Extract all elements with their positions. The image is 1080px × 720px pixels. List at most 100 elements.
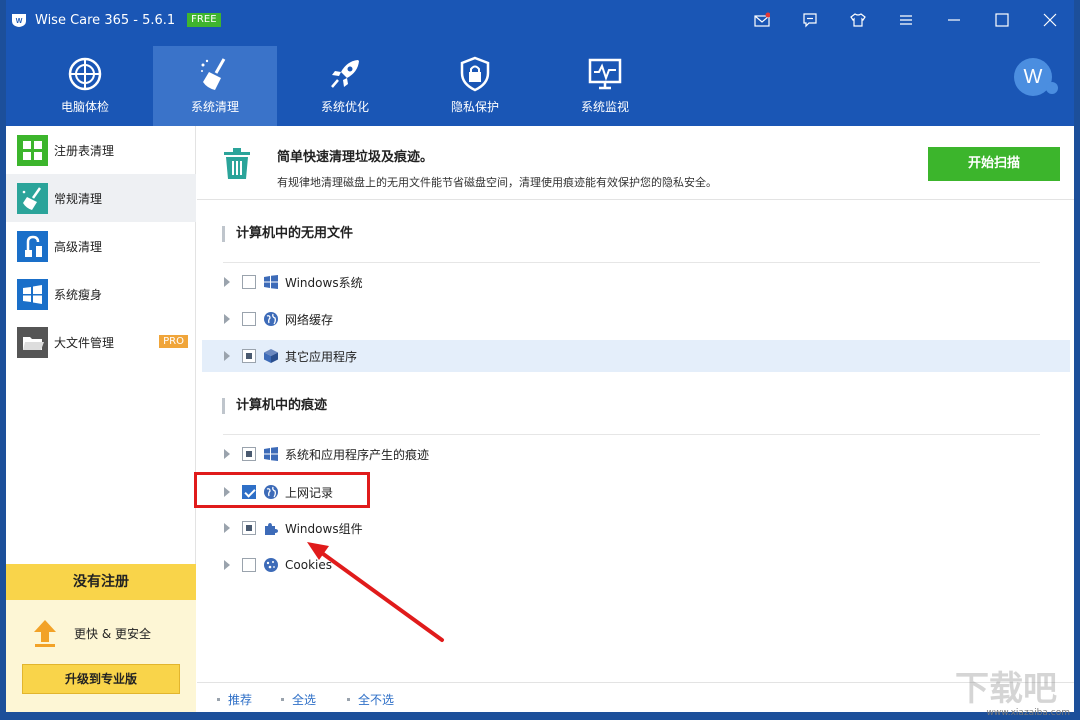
app-title: Wise Care 365 - 5.6.1 xyxy=(35,12,176,28)
upgrade-arrow-icon xyxy=(34,620,56,647)
sidebar-item-label: 高级清理 xyxy=(54,239,103,254)
sidebar-item-slim[interactable]: 系统瘦身 xyxy=(6,270,196,318)
divider xyxy=(223,434,1040,435)
divider xyxy=(223,262,1040,263)
main-content: 简单快速清理垃圾及痕迹。 有规律地清理磁盘上的无用文件能节省磁盘空间，清理使用痕… xyxy=(194,126,1074,712)
checkbox-windows-system[interactable] xyxy=(242,275,256,289)
folder-icon xyxy=(17,326,48,358)
avatar-status-dot xyxy=(1046,82,1058,94)
start-scan-button[interactable]: 开始扫描 xyxy=(928,147,1060,181)
list-item-label: 网络缓存 xyxy=(285,312,334,327)
info-subtitle: 有规律地清理磁盘上的无用文件能节省磁盘空间，清理使用痕迹能有效保护您的隐私安全。 xyxy=(277,176,717,189)
sidebar-item-label: 常规清理 xyxy=(54,191,103,206)
pro-badge: PRO xyxy=(159,335,188,348)
nav-cleanup[interactable]: 系统清理 xyxy=(153,46,277,126)
expand-arrow-icon[interactable] xyxy=(224,449,230,459)
sidebar-item-label: 注册表清理 xyxy=(54,143,115,158)
checkup-icon xyxy=(68,57,102,91)
clean-icon xyxy=(17,182,48,214)
recommend-link[interactable]: 推荐 xyxy=(228,691,252,708)
section-title-junk: 计算机中的无用文件 xyxy=(222,226,353,242)
vacuum-icon xyxy=(17,230,48,262)
globe-icon xyxy=(264,312,278,326)
close-button[interactable] xyxy=(1026,0,1074,40)
chat-icon xyxy=(803,13,817,28)
list-item-label: 其它应用程序 xyxy=(285,349,358,364)
sidebar-item-advanced-clean[interactable]: 高级清理 xyxy=(6,222,196,270)
menu-button[interactable] xyxy=(882,0,930,40)
sidebar-item-registry[interactable]: 注册表清理 xyxy=(6,126,196,174)
watermark-url: www.xiazaiba.com xyxy=(986,708,1070,718)
sidebar-item-common-clean[interactable]: 常规清理 xyxy=(6,174,196,222)
nav-checkup[interactable]: 电脑体检 xyxy=(23,46,147,126)
lock-icon xyxy=(460,56,490,92)
nav-label: 系统优化 xyxy=(320,100,369,114)
nav-label: 隐私保护 xyxy=(450,100,499,114)
annotation-arrow xyxy=(307,542,444,642)
nav-privacy[interactable]: 隐私保护 xyxy=(413,46,537,126)
maximize-icon xyxy=(995,13,1009,27)
select-all-link[interactable]: 全选 xyxy=(292,691,316,708)
expand-arrow-icon[interactable] xyxy=(224,314,230,324)
app-window: W Wise Care 365 - 5.6.1 FREE 电脑体检 系统清理 系… xyxy=(6,0,1074,712)
checkbox-windows-components[interactable] xyxy=(242,521,256,535)
broom-icon xyxy=(201,58,226,90)
expand-arrow-icon[interactable] xyxy=(224,560,230,570)
rocket-icon xyxy=(331,60,359,88)
maximize-button[interactable] xyxy=(978,0,1026,40)
minimize-icon xyxy=(948,19,960,21)
registry-icon xyxy=(17,134,48,166)
puzzle-icon xyxy=(265,523,278,535)
info-title: 简单快速清理垃圾及痕迹。 xyxy=(277,150,434,165)
close-icon xyxy=(1043,13,1057,27)
info-bar: 简单快速清理垃圾及痕迹。 有规律地清理磁盘上的无用文件能节省磁盘空间，清理使用痕… xyxy=(197,126,1074,200)
sidebar-item-label: 大文件管理 xyxy=(54,335,115,350)
sidebar-item-large-files[interactable]: 大文件管理 PRO xyxy=(6,318,196,366)
shirt-icon xyxy=(850,13,866,27)
upgrade-button[interactable]: 升级到专业版 xyxy=(22,664,180,694)
checkbox-other-apps[interactable] xyxy=(242,349,256,363)
windows-logo-icon xyxy=(264,447,278,461)
mail-icon xyxy=(754,12,770,27)
expand-arrow-icon[interactable] xyxy=(224,523,230,533)
skin-button[interactable] xyxy=(834,0,882,40)
expand-arrow-icon[interactable] xyxy=(224,351,230,361)
cookie-icon xyxy=(264,558,278,572)
main-nav: 电脑体检 系统清理 系统优化 隐私保护 系统监视 W xyxy=(6,40,1074,126)
list-item-network-cache[interactable]: 网络缓存 xyxy=(202,303,1070,335)
svg-text:W: W xyxy=(16,18,23,25)
nav-optimize[interactable]: 系统优化 xyxy=(283,46,407,126)
annotation-highlight-box xyxy=(194,472,370,508)
menu-icon xyxy=(900,15,912,25)
section-title-traces: 计算机中的痕迹 xyxy=(222,398,327,414)
checkbox-cookies[interactable] xyxy=(242,558,256,572)
checkbox-system-traces[interactable] xyxy=(242,447,256,461)
sidebar: 注册表清理 常规清理 高级清理 系统瘦身 大文件管理 PRO 没有注册 更快 &… xyxy=(6,126,196,712)
title-bar[interactable]: W Wise Care 365 - 5.6.1 FREE xyxy=(6,0,1074,40)
sidebar-item-label: 系统瘦身 xyxy=(54,287,103,302)
minimize-button[interactable] xyxy=(930,0,978,40)
free-badge: FREE xyxy=(187,13,221,27)
list-item-label: 系统和应用程序产生的痕迹 xyxy=(285,447,430,462)
nav-monitor[interactable]: 系统监视 xyxy=(543,46,667,126)
monitor-icon xyxy=(588,58,622,90)
mail-button[interactable] xyxy=(738,0,786,40)
select-none-link[interactable]: 全不选 xyxy=(358,691,394,708)
nav-label: 系统清理 xyxy=(190,100,239,114)
nav-label: 系统监视 xyxy=(580,100,629,114)
register-title: 没有注册 xyxy=(6,564,196,600)
list-item-system-traces[interactable]: 系统和应用程序产生的痕迹 xyxy=(202,438,1070,470)
list-item-other-apps[interactable]: 其它应用程序 xyxy=(202,340,1070,372)
windows-icon xyxy=(17,278,48,310)
register-panel: 没有注册 更快 & 更安全 升级到专业版 xyxy=(6,564,196,712)
list-item-windows-system[interactable]: Windows系统 xyxy=(202,266,1070,298)
package-icon xyxy=(264,349,278,363)
windows-logo-icon xyxy=(264,275,278,289)
trash-icon xyxy=(224,148,250,179)
app-logo-icon: W xyxy=(12,14,26,27)
nav-label: 电脑体检 xyxy=(60,100,109,114)
feedback-button[interactable] xyxy=(786,0,834,40)
checkbox-network-cache[interactable] xyxy=(242,312,256,326)
expand-arrow-icon[interactable] xyxy=(224,277,230,287)
titlebar-controls xyxy=(738,0,1074,40)
